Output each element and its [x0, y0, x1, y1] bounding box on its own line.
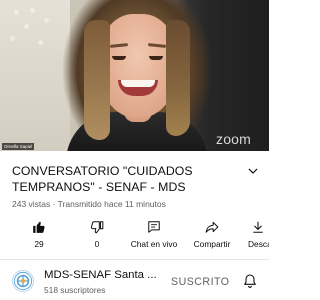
- channel-name[interactable]: MDS-SENAF Santa ...: [44, 269, 157, 281]
- participant-smile: [118, 80, 158, 96]
- wall-decoration: [44, 18, 49, 23]
- like-button[interactable]: 29: [26, 220, 52, 256]
- share-button[interactable]: Compartir: [190, 220, 234, 256]
- participant-hair-right: [166, 20, 190, 136]
- bell-icon[interactable]: [242, 272, 258, 290]
- wall-decoration: [14, 10, 19, 15]
- chat-icon: [148, 221, 160, 233]
- right-eye: [149, 56, 163, 60]
- like-count: 29: [34, 239, 44, 249]
- divider: [0, 259, 269, 260]
- video-meta: 243 vistas · Transmitido hace 11 minutos: [12, 199, 166, 209]
- wall-decoration: [38, 40, 43, 45]
- download-label: Descargar: [248, 239, 269, 249]
- live-chat-label: Chat en vivo: [130, 239, 178, 249]
- participant-name-tag: Ornella Sapiel: [2, 143, 35, 150]
- right-brow: [147, 43, 167, 48]
- live-chat-button[interactable]: Chat en vivo: [126, 220, 182, 256]
- video-title-row[interactable]: CONVERSATORIO "CUIDADOS TEMPRANOS" - SEN…: [12, 163, 260, 195]
- action-bar: 29 0 Chat en vivo Compartir Descargar: [0, 220, 269, 256]
- video-player[interactable]: Ornella Sapiel zoom: [0, 0, 269, 151]
- dislike-button[interactable]: 0: [84, 220, 110, 256]
- download-button[interactable]: Descargar: [248, 220, 269, 256]
- thumbs-up-icon: [33, 221, 45, 233]
- left-eye: [112, 56, 126, 60]
- participant-video: [62, 0, 212, 151]
- wall-decoration: [24, 24, 29, 29]
- chevron-down-icon[interactable]: [246, 164, 260, 178]
- teeth: [121, 80, 155, 87]
- thumbs-down-icon: [90, 221, 104, 234]
- download-icon: [253, 221, 263, 233]
- left-brow: [109, 43, 129, 48]
- channel-avatar[interactable]: [12, 270, 34, 292]
- background-wall: [0, 0, 70, 151]
- dislike-count: 0: [94, 239, 100, 249]
- video-title: CONVERSATORIO "CUIDADOS TEMPRANOS" - SEN…: [12, 164, 193, 194]
- wall-decoration: [30, 8, 35, 13]
- channel-logo-icon: [13, 271, 33, 291]
- share-label: Compartir: [193, 239, 231, 249]
- subscriber-count: 518 suscriptores: [44, 285, 106, 295]
- zoom-watermark: zoom: [216, 131, 252, 147]
- wall-decoration: [10, 36, 15, 41]
- subscribed-button[interactable]: SUSCRITO: [171, 276, 230, 288]
- share-icon: [205, 221, 219, 233]
- participant-hair-left: [84, 20, 110, 140]
